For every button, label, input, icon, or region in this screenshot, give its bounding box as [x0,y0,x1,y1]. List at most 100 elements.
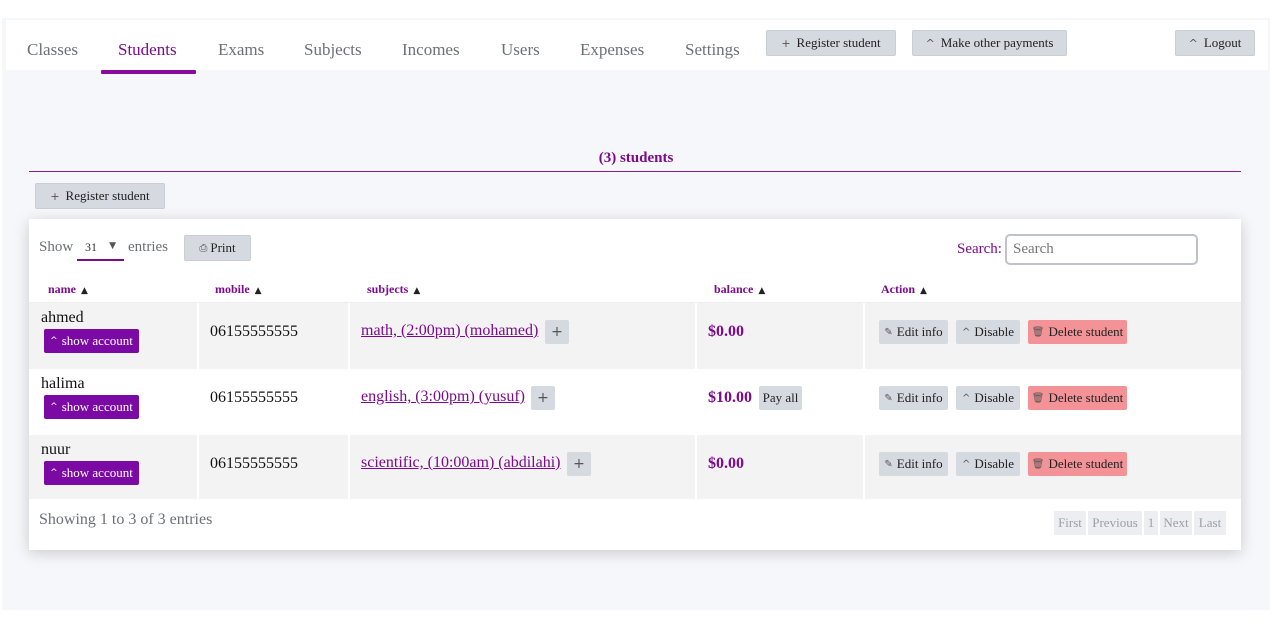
disable-button[interactable]: ^ Disable [956,320,1020,344]
tab-exams[interactable]: Exams [218,41,264,75]
student-name: ahmed [41,309,84,326]
show-account-button[interactable]: ^ show account [44,461,139,485]
register-student-label: Register student [65,188,150,203]
student-name: halima [41,375,85,392]
column-header-balance-label: balance [714,282,754,296]
column-header-mobile-label: mobile [215,282,250,296]
delete-student-button[interactable]: 🗑 Delete student [1028,386,1127,410]
plus-icon: + [573,456,585,472]
pagination-previous[interactable]: Previous [1088,511,1142,535]
disable-label: Disable [974,390,1015,405]
chevron-up-icon: ^ [961,458,971,470]
add-subject-button[interactable]: + [531,386,555,410]
column-header-action[interactable]: Action ▲ [881,282,927,297]
student-balance: $10.00 [708,389,752,406]
sort-asc-icon: ▲ [920,286,927,296]
chevron-up-icon: ^ [50,402,58,412]
student-subject-link[interactable]: english, (3:00pm) (yusuf) [361,388,525,406]
chevron-up-icon: ^ [50,468,58,478]
active-tab-indicator [101,70,196,74]
delete-student-label: Delete student [1048,456,1124,471]
student-balance: $0.00 [708,455,744,472]
students-count-title: (3) students [598,150,674,166]
print-button[interactable]: ⎙ Print [184,235,251,261]
column-header-subjects-label: subjects [367,282,409,296]
edit-info-button[interactable]: ✎ Edit info [879,320,948,344]
pagination-last[interactable]: Last [1194,511,1226,535]
plus-icon: + [781,36,791,50]
pencil-icon: ✎ [884,326,893,338]
tab-expenses[interactable]: Expenses [580,41,644,75]
nav-register-student-label: Register student [796,35,881,50]
column-header-mobile[interactable]: mobile ▲ [215,282,262,297]
pencil-icon: ✎ [884,458,893,470]
sort-asc-icon: ▲ [81,286,88,296]
delete-student-button[interactable]: 🗑 Delete student [1028,452,1127,476]
delete-student-label: Delete student [1048,390,1124,405]
nav-register-student-button[interactable]: + Register student [766,30,896,56]
chevron-up-icon: ^ [961,326,971,338]
show-account-button[interactable]: ^ show account [44,329,139,353]
plus-icon: + [537,390,549,406]
register-student-button[interactable]: + Register student [35,183,165,209]
entries-label: entries [128,239,168,255]
disable-label: Disable [974,456,1015,471]
column-header-balance[interactable]: balance ▲ [714,282,765,297]
table-info: Showing 1 to 3 of 3 entries [39,511,213,528]
show-account-label: show account [61,333,133,348]
chevron-up-icon: ^ [925,36,935,50]
column-divider [348,303,350,499]
column-header-name-label: name [48,282,76,296]
student-balance: $0.00 [708,323,744,340]
trash-icon: 🗑 [1031,392,1045,404]
make-other-payments-button[interactable]: ^ Make other payments [912,30,1067,56]
edit-info-label: Edit info [896,390,943,405]
column-header-action-label: Action [881,282,915,296]
tab-settings[interactable]: Settings [685,41,740,75]
delete-student-button[interactable]: 🗑 Delete student [1028,320,1127,344]
chevron-up-icon: ^ [1188,36,1198,50]
title-divider [29,171,1241,172]
pay-all-button[interactable]: Pay all [759,386,802,410]
column-divider [197,303,199,499]
disable-button[interactable]: ^ Disable [956,386,1020,410]
logout-button[interactable]: ^ Logout [1175,30,1255,56]
student-mobile: 06155555555 [210,323,298,340]
plus-icon: + [551,324,563,340]
edit-info-button[interactable]: ✎ Edit info [879,452,948,476]
student-mobile: 06155555555 [210,455,298,472]
make-other-payments-label: Make other payments [940,35,1054,50]
page-length-value: 31 [85,240,97,254]
print-label: Print [210,240,236,255]
add-subject-button[interactable]: + [567,452,591,476]
student-subject-link[interactable]: math, (2:00pm) (mohamed) [361,322,538,340]
caret-down-icon: ▼ [109,241,116,251]
show-account-label: show account [61,399,133,414]
show-account-button[interactable]: ^ show account [44,395,139,419]
chevron-up-icon: ^ [961,392,971,404]
tab-classes[interactable]: Classes [27,41,78,75]
tab-incomes[interactable]: Incomes [402,41,460,75]
column-header-name[interactable]: name ▲ [48,282,88,297]
table-header [29,276,1241,303]
pagination-next[interactable]: Next [1160,511,1192,535]
tab-subjects[interactable]: Subjects [304,41,362,75]
add-subject-button[interactable]: + [545,320,569,344]
search-input[interactable] [1005,234,1198,265]
trash-icon: 🗑 [1031,458,1045,470]
printer-icon: ⎙ [199,242,208,254]
column-divider [863,303,865,499]
search-label: Search: [957,241,1002,257]
edit-info-button[interactable]: ✎ Edit info [879,386,948,410]
edit-info-label: Edit info [896,324,943,339]
column-header-subjects[interactable]: subjects ▲ [367,282,420,297]
disable-label: Disable [974,324,1015,339]
pagination-first[interactable]: First [1054,511,1086,535]
edit-info-label: Edit info [896,456,943,471]
tab-users[interactable]: Users [501,41,540,75]
show-account-label: show account [61,465,133,480]
disable-button[interactable]: ^ Disable [956,452,1020,476]
student-subject-link[interactable]: scientific, (10:00am) (abdilahi) [361,454,560,472]
page-length-select[interactable]: 31 ▼ [77,237,124,261]
pagination-page-1[interactable]: 1 [1144,511,1158,535]
